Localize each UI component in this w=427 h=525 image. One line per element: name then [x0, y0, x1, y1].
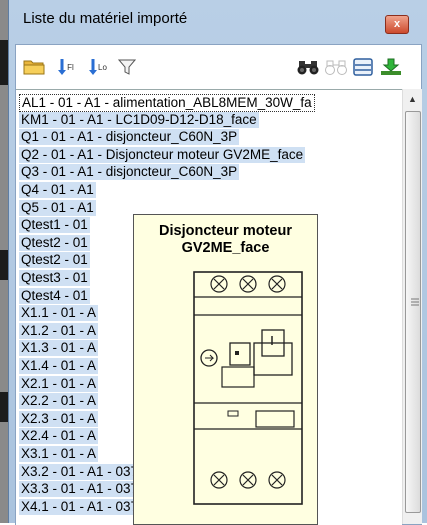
- binoculars-icon[interactable]: [295, 57, 321, 77]
- list-view-icon[interactable]: [350, 57, 376, 77]
- list-item[interactable]: Qtest3 - 01: [19, 270, 90, 286]
- close-button[interactable]: x: [385, 15, 409, 34]
- folder-open-icon[interactable]: [22, 57, 46, 77]
- list-item[interactable]: Qtest4 - 01: [19, 287, 90, 304]
- list-item[interactable]: Qtest2 - 01: [19, 234, 90, 251]
- window-client-area: Fl Lo AL1 - 01 - A1 - alimentation_ABL8M…: [15, 44, 422, 525]
- binoculars-disabled-icon[interactable]: [323, 57, 349, 77]
- list-item[interactable]: X1.4 - 01 - A: [19, 358, 99, 374]
- scrollbar-thumb[interactable]: [405, 111, 421, 513]
- sort-descending-icon: [89, 59, 98, 75]
- window-title: Liste du matériel importé: [23, 10, 188, 27]
- scroll-up-arrow-icon[interactable]: ▲: [403, 91, 422, 108]
- list-item[interactable]: Q3 - 01 - A1 - disjoncteur_C60N_3P: [19, 164, 240, 181]
- list-item[interactable]: Q5 - 01 - A1: [19, 199, 96, 216]
- scrollbar-grip-icon: [411, 298, 419, 306]
- list-item[interactable]: X2.3 - 01 - A: [19, 410, 99, 427]
- list-item[interactable]: AL1 - 01 - A1 - alimentation_ABL8MEM_30W…: [19, 94, 315, 112]
- sort-ascending-label: Fl: [67, 62, 74, 72]
- list-item[interactable]: Q1 - 01 - A1 - disjoncteur_C60N_3P: [19, 129, 240, 146]
- sort-descending-button[interactable]: Lo: [84, 57, 112, 77]
- list-item[interactable]: X1.2 - 01 - A: [19, 322, 99, 339]
- list-item[interactable]: Q4 - 01 - A1: [19, 182, 96, 198]
- list-item[interactable]: X2.2 - 01 - A: [19, 393, 99, 410]
- list-item[interactable]: X3.1 - 01 - A: [19, 446, 99, 462]
- list-item[interactable]: X1.1 - 01 - A: [19, 305, 99, 322]
- item-preview-tooltip: Disjoncteur moteur GV2ME_face: [133, 214, 318, 525]
- vertical-scrollbar[interactable]: ▲: [402, 89, 422, 524]
- list-item[interactable]: X2.1 - 01 - A: [19, 375, 99, 392]
- list-item[interactable]: X1.3 - 01 - A: [19, 340, 99, 357]
- list-item[interactable]: Q2 - 01 - A1 - Disjoncteur moteur GV2ME_…: [19, 146, 306, 163]
- imported-material-window: Liste du matériel importé x Fl Lo AL1 - …: [8, 0, 427, 525]
- list-item[interactable]: X2.4 - 01 - A: [19, 428, 99, 445]
- sort-ascending-icon: [58, 59, 67, 75]
- title-bar[interactable]: Liste du matériel importé x: [9, 0, 427, 34]
- list-item[interactable]: KM1 - 01 - A1 - LC1D09-D12-D18_face: [19, 111, 259, 128]
- list-item[interactable]: Qtest1 - 01: [19, 217, 90, 234]
- list-item[interactable]: Qtest2 - 01: [19, 252, 90, 269]
- import-download-icon[interactable]: [378, 57, 404, 77]
- toolbar: Fl Lo: [16, 45, 421, 87]
- background-app-strip: [0, 0, 8, 523]
- filter-icon[interactable]: [116, 57, 138, 77]
- sort-descending-label: Lo: [98, 62, 107, 72]
- sort-ascending-button[interactable]: Fl: [52, 57, 80, 77]
- motor-breaker-drawing-icon: [193, 271, 303, 505]
